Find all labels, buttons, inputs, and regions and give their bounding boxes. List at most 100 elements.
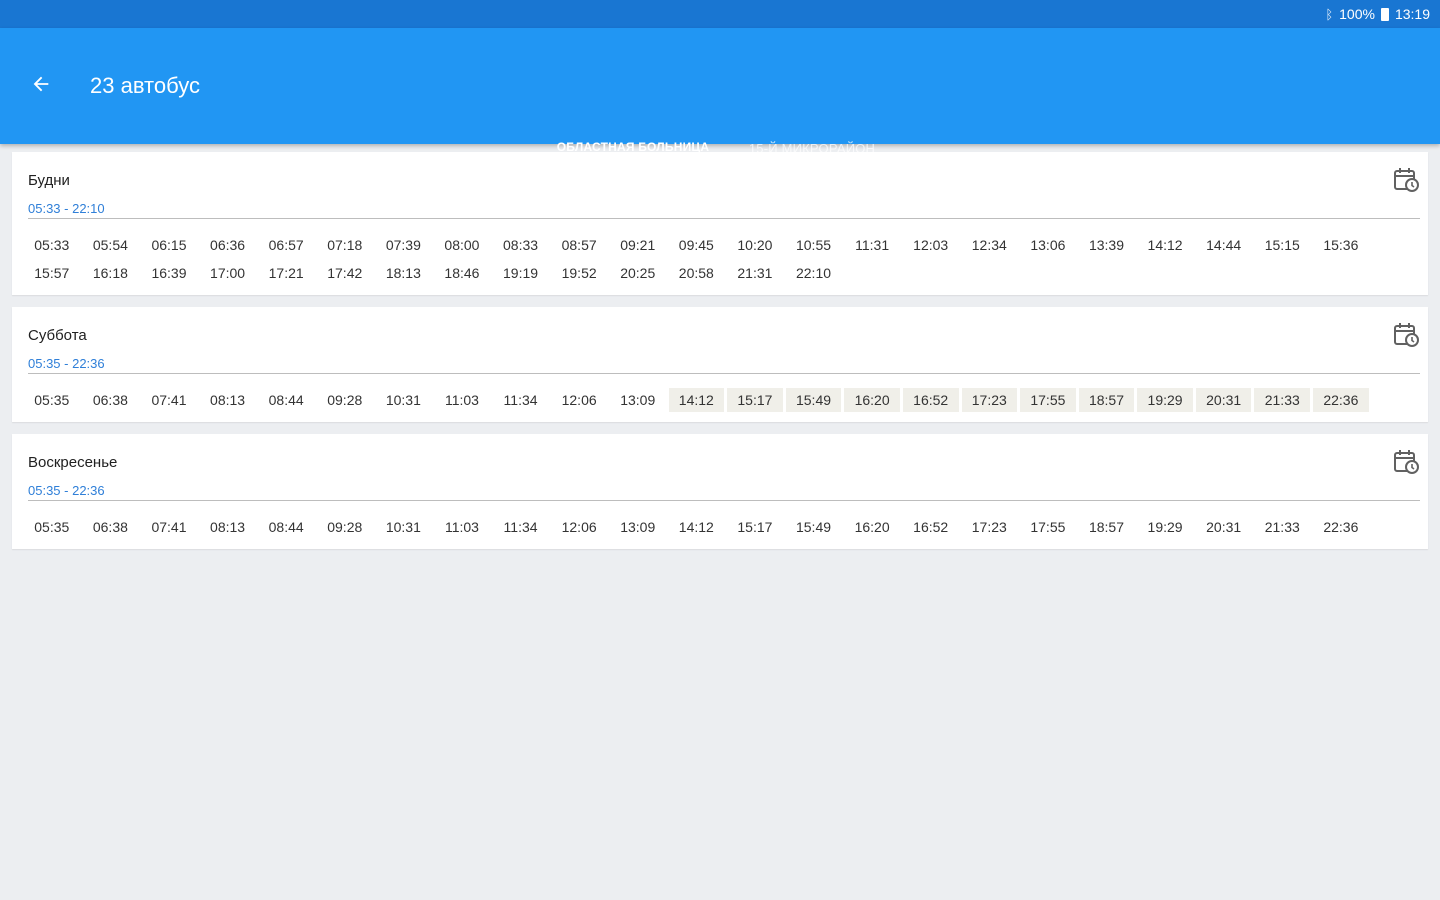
departure-time[interactable]: 20:25 (610, 261, 666, 285)
departure-time[interactable]: 15:17 (727, 388, 783, 412)
departure-time[interactable]: 17:55 (1020, 515, 1076, 539)
departure-time[interactable]: 07:41 (141, 388, 197, 412)
departure-time[interactable]: 08:44 (258, 388, 314, 412)
app-bar: 23 автобус Областная больница 15-й микро… (0, 28, 1440, 172)
departure-time[interactable]: 16:39 (141, 261, 197, 285)
departure-time[interactable]: 15:15 (1254, 233, 1310, 257)
time-range: 05:35 - 22:36 (28, 356, 105, 371)
departure-time[interactable]: 20:58 (669, 261, 725, 285)
departure-time[interactable]: 16:52 (902, 388, 959, 412)
departure-time[interactable]: 13:06 (1020, 233, 1076, 257)
departure-time[interactable]: 17:00 (200, 261, 256, 285)
departure-time[interactable]: 18:57 (1078, 388, 1135, 412)
departure-time[interactable]: 10:31 (376, 388, 432, 412)
departure-times: 05:35 06:38 07:41 08:13 08:44 09:28 10:31 11:03… (12, 501, 1428, 549)
departure-time[interactable]: 15:17 (727, 515, 783, 539)
departure-time[interactable]: 08:13 (200, 515, 256, 539)
departure-time[interactable]: 12:34 (962, 233, 1018, 257)
departure-time[interactable]: 15:36 (1313, 233, 1369, 257)
departure-time[interactable]: 17:42 (317, 261, 373, 285)
departure-time[interactable]: 20:31 (1196, 515, 1252, 539)
departure-time[interactable]: 05:54 (83, 233, 139, 257)
departure-time[interactable]: 15:57 (24, 261, 80, 285)
departure-time[interactable]: 05:35 (24, 515, 80, 539)
departure-time[interactable]: 14:12 (668, 388, 725, 412)
departure-time[interactable]: 15:49 (786, 515, 842, 539)
departure-time[interactable]: 22:10 (786, 261, 842, 285)
departure-time[interactable]: 06:15 (141, 233, 197, 257)
back-button[interactable] (28, 71, 54, 97)
departure-time[interactable]: 05:35 (24, 388, 80, 412)
departure-time[interactable]: 19:52 (551, 261, 607, 285)
departure-time[interactable]: 08:13 (200, 388, 256, 412)
departure-times: 05:35 06:38 07:41 08:13 08:44 09:28 10:31 11:03… (12, 374, 1428, 422)
departure-time[interactable]: 10:31 (376, 515, 432, 539)
departure-time[interactable]: 07:39 (376, 233, 432, 257)
departure-time[interactable]: 09:28 (317, 388, 373, 412)
departure-time[interactable]: 22:36 (1313, 388, 1369, 412)
departure-time[interactable]: 09:45 (669, 233, 725, 257)
departure-time[interactable]: 22:36 (1313, 515, 1369, 539)
departure-time[interactable]: 18:13 (376, 261, 432, 285)
arrow-back-icon (33, 76, 49, 92)
departure-time[interactable]: 16:18 (83, 261, 139, 285)
departure-time[interactable]: 06:36 (200, 233, 256, 257)
departure-time[interactable]: 07:18 (317, 233, 373, 257)
departure-time[interactable]: 17:23 (961, 388, 1018, 412)
departure-time[interactable]: 11:03 (434, 388, 490, 412)
departure-time[interactable]: 19:19 (493, 261, 549, 285)
page-title: 23 автобус (90, 73, 200, 98)
departure-time[interactable]: 07:41 (141, 515, 197, 539)
departure-time[interactable]: 11:03 (434, 515, 490, 539)
departure-time[interactable]: 08:44 (258, 515, 314, 539)
time-range: 05:35 - 22:36 (28, 483, 105, 498)
day-label: Будни (28, 172, 70, 189)
departure-time[interactable]: 11:34 (493, 515, 549, 539)
departure-time[interactable]: 12:06 (551, 388, 607, 412)
departure-time[interactable]: 13:39 (1079, 233, 1135, 257)
departure-time[interactable]: 18:46 (434, 261, 490, 285)
departure-time[interactable]: 08:33 (493, 233, 549, 257)
departure-time[interactable]: 06:38 (83, 515, 139, 539)
departure-time[interactable]: 16:52 (903, 515, 959, 539)
departure-time[interactable]: 06:57 (258, 233, 314, 257)
schedule-card-weekdays: Будни 05:33 - 22:10 05:33 05:54 06:15 06:36… (12, 152, 1428, 295)
departure-time[interactable]: 13:09 (610, 515, 666, 539)
departure-time[interactable]: 11:31 (844, 233, 900, 257)
departure-time[interactable]: 18:57 (1079, 515, 1135, 539)
departure-time[interactable]: 12:03 (903, 233, 959, 257)
departure-time[interactable]: 19:29 (1137, 515, 1193, 539)
departure-time[interactable]: 16:20 (844, 515, 900, 539)
departure-time[interactable]: 14:44 (1196, 233, 1252, 257)
departure-time[interactable]: 17:23 (962, 515, 1018, 539)
departure-time[interactable]: 21:31 (727, 261, 783, 285)
departure-times: 05:33 05:54 06:15 06:36 06:57 07:18 07:39 08:00… (12, 219, 1428, 295)
departure-time[interactable]: 08:57 (551, 233, 607, 257)
departure-time[interactable]: 10:55 (786, 233, 842, 257)
calendar-clock-button[interactable] (1392, 448, 1420, 476)
departure-time[interactable]: 17:21 (258, 261, 314, 285)
departure-time[interactable]: 13:09 (610, 388, 666, 412)
departure-time[interactable]: 16:20 (844, 388, 900, 412)
departure-time[interactable]: 21:33 (1254, 388, 1311, 412)
departure-time[interactable]: 15:49 (785, 388, 842, 412)
departure-time[interactable]: 12:06 (551, 515, 607, 539)
departure-time[interactable]: 14:12 (1137, 233, 1193, 257)
day-label: Воскресенье (28, 454, 118, 471)
departure-time[interactable]: 20:31 (1195, 388, 1252, 412)
departure-time[interactable]: 06:38 (83, 388, 139, 412)
calendar-clock-button[interactable] (1392, 166, 1420, 194)
schedule-card-saturday: Суббота 05:35 - 22:36 05:35 06:38 07:41 08:… (12, 307, 1428, 422)
departure-time[interactable]: 09:28 (317, 515, 373, 539)
departure-time[interactable]: 19:29 (1137, 388, 1193, 412)
departure-time[interactable]: 11:34 (493, 388, 549, 412)
departure-time[interactable]: 05:33 (24, 233, 80, 257)
departure-time[interactable]: 09:21 (610, 233, 666, 257)
departure-time[interactable]: 21:33 (1254, 515, 1310, 539)
time-range: 05:33 - 22:10 (28, 201, 105, 216)
departure-time[interactable]: 17:55 (1020, 388, 1076, 412)
departure-time[interactable]: 10:20 (727, 233, 783, 257)
departure-time[interactable]: 14:12 (669, 515, 725, 539)
calendar-clock-button[interactable] (1392, 321, 1420, 349)
departure-time[interactable]: 08:00 (434, 233, 490, 257)
